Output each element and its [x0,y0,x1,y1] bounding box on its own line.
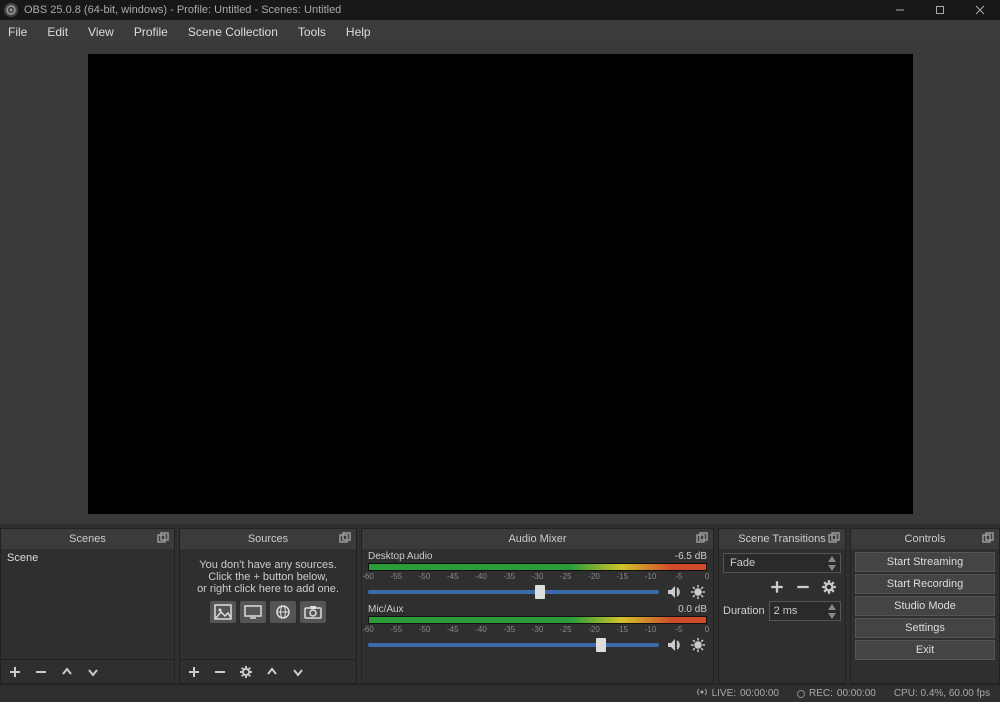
remove-scene-button[interactable] [33,664,49,680]
menu-edit[interactable]: Edit [37,22,78,42]
maximize-button[interactable] [920,0,960,20]
remove-transition-button[interactable] [793,577,813,597]
globe-source-icon [270,601,296,623]
controls-title: Controls [905,533,946,545]
close-button[interactable] [960,0,1000,20]
menu-view[interactable]: View [78,22,124,42]
app-logo-icon [4,3,18,17]
sources-empty-line1: You don't have any sources. [190,559,346,571]
start-streaming-button[interactable]: Start Streaming [855,552,995,572]
duration-input[interactable]: 2 ms [769,601,841,621]
sources-empty-line3: or right click here to add one. [190,583,346,595]
scene-item[interactable]: Scene [1,549,174,567]
camera-source-icon [300,601,326,623]
controls-popout-icon[interactable] [981,531,995,545]
display-source-icon [240,601,266,623]
move-source-down-button[interactable] [290,664,306,680]
start-recording-button[interactable]: Start Recording [855,574,995,594]
status-cpu: CPU: 0.4%, 60.00 fps [894,688,990,699]
preview-canvas[interactable] [88,54,913,514]
mixer-channel: Desktop Audio -6.5 dB -60-55-50-45-40-35-3… [368,551,707,602]
mixer-popout-icon[interactable] [695,531,709,545]
move-source-up-button[interactable] [264,664,280,680]
transitions-popout-icon[interactable] [827,531,841,545]
transition-selected: Fade [730,557,755,569]
image-source-icon [210,601,236,623]
channel-level: 0.0 dB [678,604,707,615]
mute-button[interactable] [665,583,683,601]
menu-scene-collection[interactable]: Scene Collection [178,22,288,42]
scenes-header: Scenes [1,529,174,549]
channel-level: -6.5 dB [675,551,707,562]
status-live: LIVE: 00:00:00 [696,687,779,700]
audio-mixer-dock: Audio Mixer Desktop Audio -6.5 dB -60-55-5… [361,528,714,684]
controls-body: Start Streaming Start Recording Studio M… [851,549,999,683]
mixer-header: Audio Mixer [362,529,713,549]
title-bar: OBS 25.0.8 (64-bit, windows) - Profile: … [0,0,1000,20]
transitions-dock: Scene Transitions Fade Duration 2 ms [718,528,846,684]
duration-label: Duration [723,605,765,617]
sources-title: Sources [248,533,288,545]
volume-slider[interactable] [368,590,659,594]
mixer-title: Audio Mixer [508,533,566,545]
transition-select[interactable]: Fade [723,553,841,573]
channel-settings-button[interactable] [689,636,707,654]
transition-properties-button[interactable] [819,577,839,597]
scenes-toolbar [1,659,174,683]
mixer-channel: Mic/Aux 0.0 dB -60-55-50-45-40-35-30-25-20… [368,604,707,655]
exit-button[interactable]: Exit [855,640,995,660]
scenes-list[interactable]: Scene [1,549,174,659]
minimize-button[interactable] [880,0,920,20]
settings-button[interactable]: Settings [855,618,995,638]
source-properties-button[interactable] [238,664,254,680]
volume-slider[interactable] [368,643,659,647]
scenes-dock: Scenes Scene [0,528,175,684]
sources-empty-line2: Click the + button below, [190,571,346,583]
transitions-body: Fade Duration 2 ms [719,549,845,683]
transitions-header: Scene Transitions [719,529,845,549]
status-rec: REC: 00:00:00 [797,688,876,699]
sources-popout-icon[interactable] [338,531,352,545]
move-scene-down-button[interactable] [85,664,101,680]
add-transition-button[interactable] [767,577,787,597]
window-title: OBS 25.0.8 (64-bit, windows) - Profile: … [24,4,341,16]
channel-name: Desktop Audio [368,551,433,562]
menu-tools[interactable]: Tools [288,22,336,42]
studio-mode-button[interactable]: Studio Mode [855,596,995,616]
broadcast-icon [696,687,708,700]
menu-bar: File Edit View Profile Scene Collection … [0,20,1000,44]
remove-source-button[interactable] [212,664,228,680]
channel-name: Mic/Aux [368,604,404,615]
meter-ticks: -60-55-50-45-40-35-30-25-20-15-10-50 [368,572,707,582]
transitions-title: Scene Transitions [738,533,825,545]
sources-toolbar [180,659,356,683]
mute-button[interactable] [665,636,683,654]
level-meter [368,563,707,571]
menu-profile[interactable]: Profile [124,22,178,42]
level-meter [368,616,707,624]
controls-header: Controls [851,529,999,549]
preview-area [0,44,1000,524]
record-icon [797,690,805,698]
mixer-body: Desktop Audio -6.5 dB -60-55-50-45-40-35-3… [362,549,713,683]
move-scene-up-button[interactable] [59,664,75,680]
status-bar: LIVE: 00:00:00 REC: 00:00:00 CPU: 0.4%, … [0,684,1000,702]
dock-row: Scenes Scene Sources You don't have any … [0,528,1000,684]
add-scene-button[interactable] [7,664,23,680]
controls-dock: Controls Start Streaming Start Recording… [850,528,1000,684]
duration-value: 2 ms [774,605,798,617]
scenes-popout-icon[interactable] [156,531,170,545]
menu-help[interactable]: Help [336,22,381,42]
channel-settings-button[interactable] [689,583,707,601]
sources-list[interactable]: You don't have any sources. Click the + … [180,549,356,659]
add-source-button[interactable] [186,664,202,680]
scenes-title: Scenes [69,533,106,545]
sources-header: Sources [180,529,356,549]
sources-dock: Sources You don't have any sources. Clic… [179,528,357,684]
menu-file[interactable]: File [4,22,37,42]
meter-ticks: -60-55-50-45-40-35-30-25-20-15-10-50 [368,625,707,635]
